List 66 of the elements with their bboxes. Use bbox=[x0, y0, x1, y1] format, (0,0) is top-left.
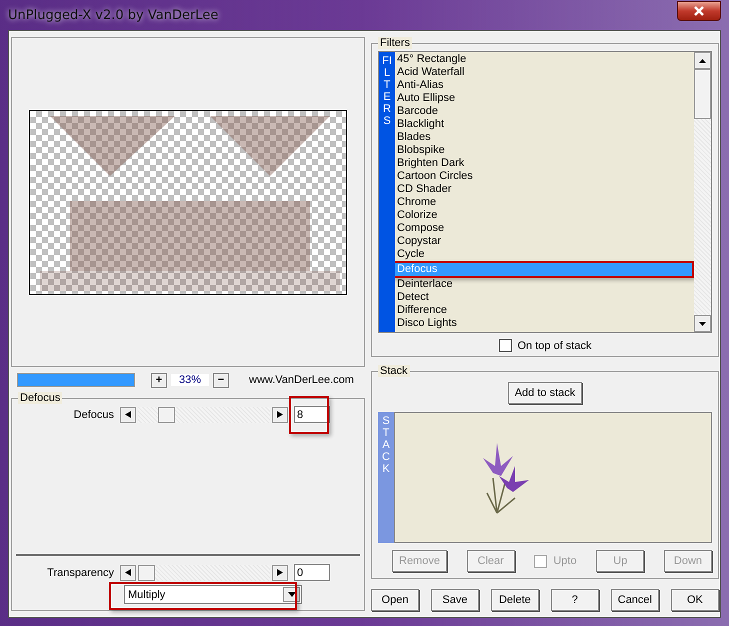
filter-item[interactable]: Deinterlace bbox=[395, 278, 694, 291]
filter-item[interactable]: Disco Lights bbox=[395, 317, 694, 330]
dialog-button[interactable]: Save bbox=[430, 589, 479, 611]
filter-item[interactable]: Chrome bbox=[395, 196, 694, 209]
filter-item[interactable]: Blobspike bbox=[395, 144, 694, 157]
dialog-button[interactable]: Delete bbox=[490, 589, 539, 611]
checkbox-label: Upto bbox=[553, 555, 577, 567]
scroll-left-button[interactable] bbox=[120, 406, 136, 422]
value-field[interactable]: 0 bbox=[294, 564, 330, 581]
right-triangle-icon bbox=[277, 569, 283, 576]
filter-item[interactable]: Brighten Dark bbox=[395, 157, 694, 170]
filter-item[interactable]: Detect bbox=[395, 291, 694, 304]
scroll-down-button[interactable] bbox=[694, 315, 711, 332]
up-triangle-icon bbox=[699, 58, 706, 62]
scroll-right-button[interactable] bbox=[272, 564, 288, 580]
scroll-left-button[interactable] bbox=[120, 564, 136, 580]
checkbox-label: On top of stack bbox=[518, 340, 592, 352]
window-title: UnPlugged-X v2.0 by VanDerLee bbox=[8, 8, 218, 22]
filter-item[interactable]: Acid Waterfall bbox=[395, 66, 694, 79]
scrollbar[interactable] bbox=[694, 52, 711, 332]
filter-item[interactable]: Cycle bbox=[395, 248, 694, 261]
filter-item[interactable]: Barcode bbox=[395, 105, 694, 118]
filter-item[interactable]: Colorize bbox=[395, 209, 694, 222]
group-title: Filters bbox=[378, 37, 412, 49]
filter-item[interactable]: Compose bbox=[395, 222, 694, 235]
zoom-level: 33% bbox=[171, 374, 209, 386]
filter-item[interactable]: Difference bbox=[395, 304, 694, 317]
side-label: STACK bbox=[378, 412, 394, 543]
slider-thumb[interactable] bbox=[138, 564, 155, 580]
slider-label: Defocus bbox=[72, 408, 114, 420]
zoom-out-button[interactable]: − bbox=[213, 372, 229, 388]
group-title: Stack bbox=[378, 365, 410, 377]
blend-mode-dropdown[interactable]: Multiply bbox=[124, 585, 302, 604]
checkbox[interactable] bbox=[498, 339, 512, 352]
close-button[interactable] bbox=[677, 1, 721, 21]
group-title: Defocus bbox=[18, 392, 62, 404]
dropdown-value: Multiply bbox=[128, 588, 166, 600]
side-label: FILTERS bbox=[379, 52, 395, 332]
dialog-button[interactable]: Open bbox=[371, 589, 419, 611]
filter-item[interactable]: Anti-Alias bbox=[395, 79, 694, 92]
filter-item[interactable]: 45° Rectangle bbox=[395, 53, 694, 66]
close-icon bbox=[694, 6, 704, 16]
caret-icon bbox=[288, 592, 296, 597]
dialog-button[interactable]: Cancel bbox=[610, 589, 659, 611]
filter-item[interactable]: Copystar bbox=[395, 235, 694, 248]
scroll-right-button[interactable] bbox=[272, 406, 288, 422]
filter-item[interactable]: Auto Ellipse bbox=[395, 92, 694, 105]
zoom-in-button[interactable]: + bbox=[151, 372, 167, 388]
right-triangle-icon bbox=[277, 411, 283, 418]
scroll-up-button[interactable] bbox=[694, 52, 711, 69]
filter-item[interactable]: CD Shader bbox=[395, 183, 694, 196]
add-to-stack-button[interactable]: Add to stack bbox=[508, 382, 582, 404]
filter-item[interactable]: Cartoon Circles bbox=[395, 170, 694, 183]
website-label: www.VanDerLee.com bbox=[249, 374, 354, 386]
scroll-thumb[interactable] bbox=[694, 69, 711, 119]
filter-item[interactable]: Blades bbox=[395, 131, 694, 144]
slider-thumb[interactable] bbox=[158, 406, 175, 422]
value-field[interactable]: 8 bbox=[294, 406, 330, 423]
left-triangle-icon bbox=[125, 411, 131, 418]
down-triangle-icon bbox=[699, 322, 706, 326]
filter-item[interactable]: Blacklight bbox=[395, 118, 694, 131]
dialog-button[interactable]: ? bbox=[550, 589, 599, 611]
slider-label: Transparency bbox=[46, 566, 114, 578]
dialog-button[interactable]: OK bbox=[670, 589, 719, 611]
highlight-frame bbox=[289, 396, 329, 434]
left-triangle-icon bbox=[125, 569, 131, 576]
